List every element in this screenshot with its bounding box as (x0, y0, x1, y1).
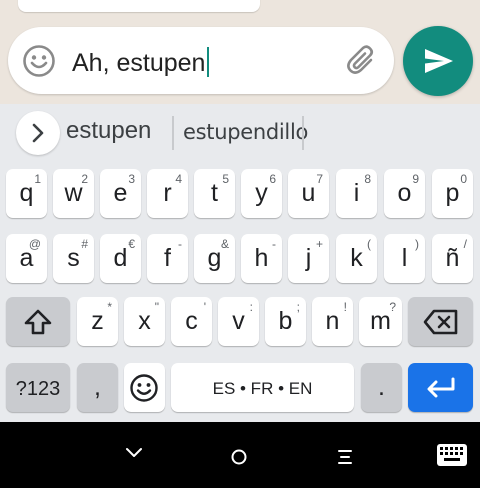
suggestion-item[interactable]: estupen (66, 117, 151, 145)
key-o[interactable]: 9o (384, 169, 425, 218)
key-label: r (163, 179, 172, 207)
key-label: b (278, 307, 293, 335)
key-label: . (378, 373, 385, 401)
key-m[interactable]: ? m (359, 297, 402, 346)
text-cursor (207, 47, 210, 77)
key-label: u (301, 179, 316, 207)
soft-keyboard: estupen estupendillo 1q 2w 3e 4r 5t 6y 7… (0, 104, 480, 422)
attach-button[interactable] (344, 43, 380, 79)
suggestion-divider (302, 116, 304, 150)
key-label: t (211, 179, 218, 207)
suggestion-divider (172, 116, 174, 150)
keyboard-icon (437, 444, 467, 466)
key-label: c (185, 307, 198, 335)
key-label: y (255, 179, 268, 207)
key-i[interactable]: 8i (336, 169, 377, 218)
key-label: p (445, 179, 460, 207)
message-input[interactable]: Ah, estupen (72, 47, 210, 77)
key-label: q (19, 179, 34, 207)
space-key[interactable]: ES • FR • EN (171, 363, 354, 412)
period-key[interactable]: . (361, 363, 402, 412)
key-label: o (397, 179, 412, 207)
key-label: ñ (445, 244, 460, 272)
key-label: g (207, 244, 222, 272)
shift-key[interactable] (6, 297, 70, 346)
send-icon (425, 49, 453, 73)
key-label: w (64, 179, 83, 207)
key-l[interactable]: ) l (384, 234, 425, 283)
key-c[interactable]: ' c (171, 297, 212, 346)
key-u[interactable]: 7u (288, 169, 329, 218)
key-b[interactable]: ; b (265, 297, 306, 346)
key-label: n (325, 307, 340, 335)
keyboard-switch-button[interactable] (437, 444, 467, 471)
key-p[interactable]: 0p (432, 169, 473, 218)
recents-button[interactable] (336, 448, 354, 471)
message-bubble (18, 0, 260, 12)
send-button[interactable] (403, 26, 473, 96)
key-label: f (164, 244, 171, 272)
suggestion-strip: estupen estupendillo (0, 104, 480, 160)
key-w[interactable]: 2w (53, 169, 94, 218)
key-x[interactable]: " x (124, 297, 165, 346)
key-label: j (305, 244, 312, 272)
key-q[interactable]: 1q (6, 169, 47, 218)
key-s[interactable]: # s (53, 234, 94, 283)
home-button[interactable] (230, 448, 248, 471)
backspace-key[interactable] (408, 297, 473, 346)
key-r[interactable]: 4r (147, 169, 188, 218)
key-y[interactable]: 6y (241, 169, 282, 218)
chevron-right-icon (32, 123, 44, 143)
key-v[interactable]: :v (218, 297, 259, 346)
key-label: k (350, 244, 363, 272)
comma-key[interactable]: , (77, 363, 118, 412)
key-n-tilde[interactable]: / ñ (432, 234, 473, 283)
expand-suggestions-button[interactable] (16, 111, 60, 155)
key-label: m (370, 307, 391, 335)
symbols-key[interactable]: ?123 (6, 363, 70, 412)
key-g[interactable]: & g (194, 234, 235, 283)
suggestion-item[interactable]: estupendillo (183, 120, 308, 144)
message-input-text: Ah, estupen (72, 49, 206, 77)
key-label: d (113, 244, 128, 272)
key-label: , (94, 373, 101, 401)
key-label: h (254, 244, 269, 272)
key-label: l (401, 244, 408, 272)
smiley-icon (23, 45, 55, 77)
shift-icon (24, 309, 52, 335)
recents-icon (338, 450, 352, 464)
emoji-button[interactable] (22, 44, 56, 78)
space-key-languages: ES • FR • EN (212, 379, 313, 398)
key-label: a (19, 244, 34, 272)
key-f[interactable]: -f (147, 234, 188, 283)
enter-icon (427, 377, 455, 398)
key-label: v (232, 307, 245, 335)
message-compose-box[interactable]: Ah, estupen (8, 27, 394, 94)
key-label: i (353, 179, 360, 207)
key-h[interactable]: -h (241, 234, 282, 283)
home-circle-icon (231, 449, 247, 465)
chevron-down-icon (126, 448, 142, 457)
backspace-icon (423, 309, 458, 335)
key-label: s (67, 244, 80, 272)
key-d[interactable]: € d (100, 234, 141, 283)
hide-keyboard-button[interactable] (124, 446, 144, 465)
key-e[interactable]: 3e (100, 169, 141, 218)
system-navigation-bar (0, 422, 480, 488)
key-a[interactable]: @ a (6, 234, 47, 283)
enter-key[interactable] (408, 363, 473, 412)
key-j[interactable]: + j (288, 234, 329, 283)
key-label: x (138, 307, 151, 335)
key-n[interactable]: ! n (312, 297, 353, 346)
key-z[interactable]: * z (77, 297, 118, 346)
key-label: e (113, 179, 128, 207)
key-label: ?123 (15, 378, 61, 400)
key-k[interactable]: (k (336, 234, 377, 283)
smiley-icon (130, 374, 158, 402)
key-t[interactable]: 5t (194, 169, 235, 218)
paperclip-icon (347, 45, 374, 74)
key-label: z (91, 307, 104, 335)
emoji-key[interactable] (124, 363, 165, 412)
